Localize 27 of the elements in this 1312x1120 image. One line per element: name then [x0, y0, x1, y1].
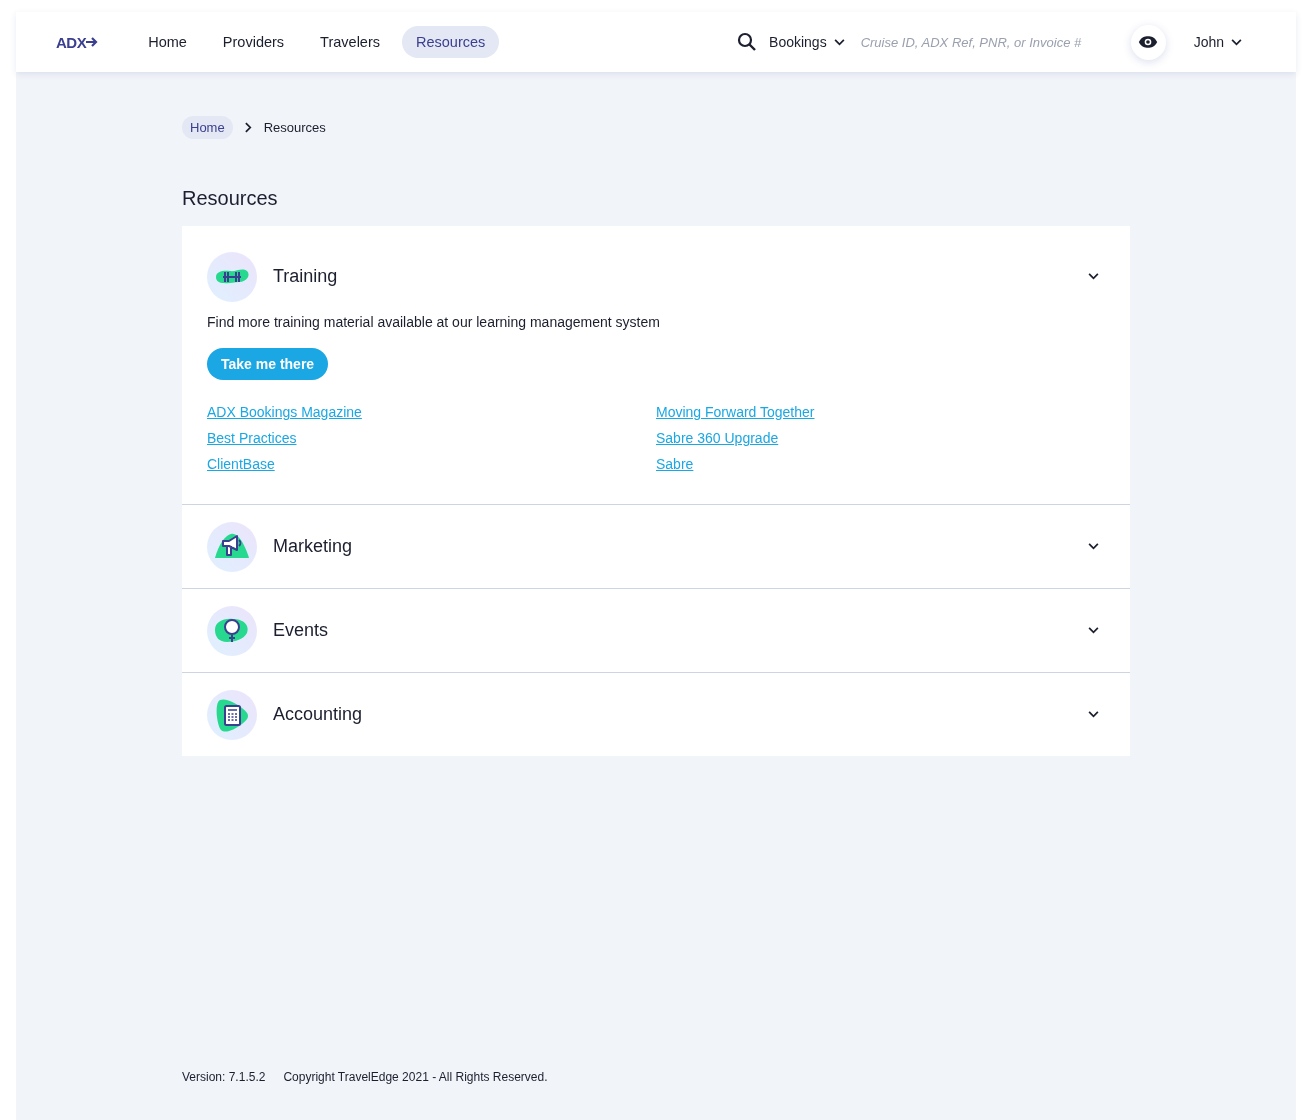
dumbbell-icon [207, 251, 257, 302]
chevron-down-icon [1231, 38, 1242, 46]
megaphone-icon [207, 521, 257, 572]
nav-tab[interactable]: Home [134, 26, 201, 58]
page-title: Resources [182, 187, 279, 210]
search-icon[interactable] [737, 32, 758, 52]
nav-tab[interactable]: Travelers [306, 26, 394, 58]
nav-tab[interactable]: Resources [402, 26, 500, 58]
chevron-right-icon [244, 122, 252, 133]
adx-logo[interactable]: ADX [56, 33, 99, 51]
chevron-down-icon [1088, 543, 1099, 550]
search-scope-dropdown[interactable]: Bookings [769, 34, 845, 50]
copyright-text: Copyright TravelEdge 2021 - All Rights Reserved. [283, 1070, 548, 1084]
version-text: Version: 7.1.5.2 [182, 1070, 266, 1084]
chevron-down-icon [1088, 711, 1099, 718]
eye-icon [1138, 35, 1159, 49]
section-description: Find more training material available at our learning management system [207, 314, 661, 330]
breadcrumb-current: Resources [263, 120, 326, 135]
calculator-icon [207, 689, 257, 740]
chevron-down-icon [1088, 273, 1099, 280]
nav-tab[interactable]: Providers [208, 26, 299, 58]
chevron-down-icon [1088, 627, 1099, 634]
breadcrumb-link[interactable]: Home [182, 116, 233, 139]
visibility-toggle-button[interactable] [1130, 24, 1166, 60]
balloon-icon [207, 605, 257, 656]
user-menu-button[interactable]: John [1193, 34, 1242, 50]
chevron-down-icon [833, 38, 845, 46]
